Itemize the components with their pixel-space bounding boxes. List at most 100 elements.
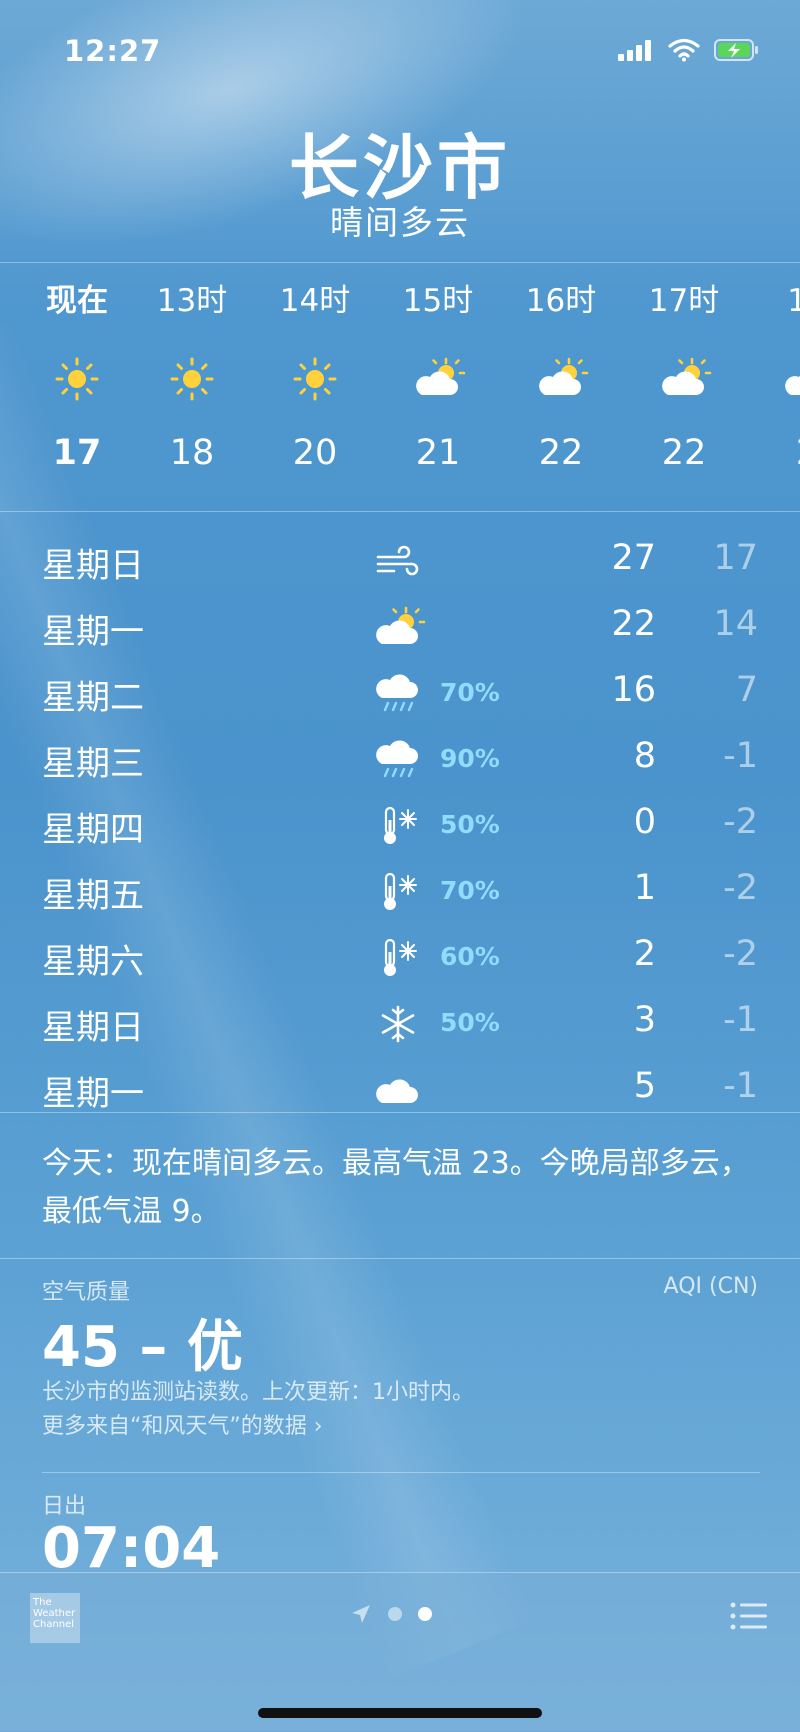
partly-cloudy-icon — [383, 349, 493, 409]
partly-cloudy-icon — [506, 349, 616, 409]
battery-charging-icon — [714, 39, 758, 61]
current-condition: 晴间多云 — [330, 203, 470, 242]
low-temp: -1 — [723, 736, 758, 776]
hourly-temp: 18 — [169, 433, 215, 473]
today-summary: 今天：现在晴间多云。最高气温 23。今晚局部多云，最低气温 9。 — [42, 1146, 750, 1229]
daily-row: 星期三 90% 8 -1 — [0, 730, 800, 790]
low-temp: 14 — [713, 604, 758, 644]
home-indicator[interactable] — [258, 1708, 542, 1718]
precip-chance: 70% — [440, 876, 500, 905]
low-temp: -2 — [723, 934, 758, 974]
hourly-time: 现在 — [46, 283, 108, 319]
low-temp: -2 — [723, 802, 758, 842]
hourly-time: 17时 — [648, 283, 720, 319]
city-list-icon[interactable] — [730, 1601, 768, 1631]
daily-row: 星期一 22 14 — [0, 598, 800, 658]
aqi-value: 45 – 优 — [42, 1315, 243, 1380]
page-dot[interactable] — [388, 1607, 402, 1621]
aqi-scale-label: AQI (CN) — [663, 1274, 758, 1299]
day-name: 星期二 — [42, 678, 144, 718]
hourly-temp: 20 — [292, 433, 338, 473]
hourly-temp: 21 — [415, 433, 461, 473]
high-temp: 2 — [633, 934, 656, 974]
low-temp: -2 — [723, 868, 758, 908]
sun-icon — [137, 349, 247, 409]
daily-row: 星期二 70% 16 7 — [0, 664, 800, 724]
page-dot-active[interactable] — [418, 1607, 432, 1621]
hourly-temp: 17 — [52, 433, 102, 473]
cloud-icon — [370, 1066, 426, 1114]
partly-cloudy-icon — [370, 604, 426, 652]
precip-chance: 50% — [440, 810, 500, 839]
hourly-time: 13时 — [156, 283, 228, 319]
sun-icon — [260, 349, 370, 409]
day-name: 星期五 — [42, 876, 144, 916]
cold-icon — [370, 868, 426, 916]
hourly-item: 13时 18 — [137, 281, 247, 473]
rain-icon — [370, 670, 426, 718]
weather-channel-logo-text: The Weather Channel — [33, 1597, 76, 1630]
high-temp: 27 — [611, 538, 656, 578]
daily-row: 星期日 50% 3 -1 — [0, 994, 800, 1054]
precip-chance: 90% — [440, 744, 500, 773]
hourly-item: 现在 17 — [22, 281, 132, 473]
high-temp: 5 — [633, 1066, 656, 1106]
page-indicator[interactable] — [350, 1603, 432, 1625]
hourly-time: 15时 — [402, 283, 474, 319]
day-name: 星期四 — [42, 810, 144, 850]
high-temp: 3 — [633, 1000, 656, 1040]
hourly-forecast[interactable]: 现在 17 13时 18 14时 20 15时 21 16时 22 17时 22… — [0, 263, 800, 513]
high-temp: 0 — [633, 802, 656, 842]
hourly-item: 18 2 — [752, 281, 800, 473]
hourly-temp: 2 — [752, 433, 800, 473]
status-bar: 12:27 — [0, 34, 800, 74]
day-name: 星期六 — [42, 942, 144, 982]
precip-chance: 60% — [440, 942, 500, 971]
high-temp: 1 — [633, 868, 656, 908]
sunrise-time: 07:04 — [42, 1516, 221, 1568]
low-temp: 17 — [713, 538, 758, 578]
status-time: 12:27 — [64, 34, 162, 68]
divider — [0, 511, 800, 512]
wifi-icon — [668, 38, 700, 62]
hourly-item: 16时 22 — [506, 281, 616, 473]
day-name: 星期一 — [42, 612, 144, 652]
hourly-temp: 22 — [538, 433, 584, 473]
aqi-more-data-link[interactable]: 更多来自“和风天气”的数据 › — [42, 1408, 323, 1440]
daily-row: 星期四 50% 0 -2 — [0, 796, 800, 856]
location-arrow-icon[interactable] — [350, 1603, 372, 1625]
wind-icon — [370, 538, 426, 586]
cold-icon — [370, 802, 426, 850]
hourly-time: 14时 — [279, 283, 351, 319]
hourly-temp: 22 — [661, 433, 707, 473]
daily-row: 星期六 60% 2 -2 — [0, 928, 800, 988]
hourly-time: 18 — [787, 283, 800, 319]
precip-chance: 70% — [440, 678, 500, 707]
divider — [0, 1112, 800, 1113]
daily-row: 星期日 27 17 — [0, 532, 800, 592]
day-name: 星期日 — [42, 546, 144, 586]
cellular-signal-icon — [618, 40, 651, 61]
day-name: 星期一 — [42, 1074, 144, 1114]
precip-chance: 50% — [440, 1008, 500, 1037]
aqi-description: 长沙市的监测站读数。上次更新：1小时内。 — [42, 1380, 474, 1405]
hourly-time: 16时 — [525, 283, 597, 319]
rain-icon — [370, 736, 426, 784]
hourly-item: 14时 20 — [260, 281, 370, 473]
divider — [0, 1258, 800, 1259]
divider — [42, 1472, 760, 1473]
day-name: 星期三 — [42, 744, 144, 784]
high-temp: 22 — [611, 604, 656, 644]
partly-cloudy-icon — [629, 349, 739, 409]
partly-cloudy-icon — [752, 349, 800, 409]
low-temp: 7 — [735, 670, 758, 710]
snowflake-icon — [370, 1000, 426, 1048]
weather-channel-logo[interactable]: The Weather Channel — [30, 1593, 80, 1643]
hourly-item: 17时 22 — [629, 281, 739, 473]
sun-icon — [22, 349, 132, 409]
high-temp: 8 — [633, 736, 656, 776]
low-temp: -1 — [723, 1066, 758, 1106]
low-temp: -1 — [723, 1000, 758, 1040]
high-temp: 16 — [611, 670, 656, 710]
daily-row: 星期一 5 -1 — [0, 1060, 800, 1120]
